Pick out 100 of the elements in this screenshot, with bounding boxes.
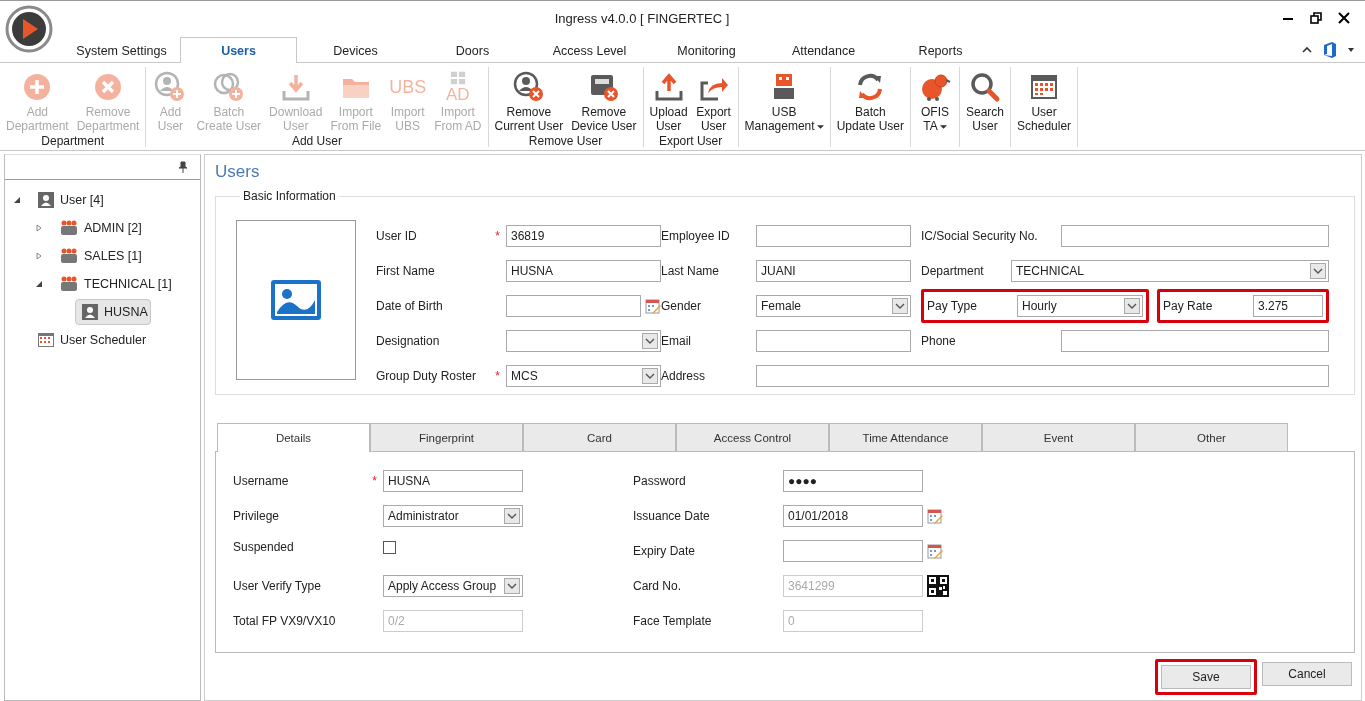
field-label: User Verify Type [233, 579, 321, 593]
checkbox[interactable] [383, 540, 396, 554]
field-label: Department [921, 263, 984, 278]
tree-item[interactable]: SALES [1] [53, 243, 149, 269]
restore-icon[interactable] [1309, 11, 1323, 25]
menu-tab[interactable]: Access Level [531, 38, 648, 63]
text-field[interactable]: JUANI [756, 259, 911, 282]
menu-tab[interactable]: Doors [414, 38, 531, 63]
dropdown-field[interactable] [506, 329, 661, 352]
users-add-icon [212, 71, 245, 103]
menu-tab[interactable]: Users [180, 37, 297, 63]
group-legend: Basic Information [240, 189, 339, 203]
dropdown-field[interactable]: Apply Access Group [383, 575, 523, 597]
page-title: Users [215, 161, 261, 183]
dropdown-field[interactable]: Hourly [1017, 294, 1143, 317]
group-icon [60, 248, 78, 264]
menu-tab[interactable]: Reports [882, 38, 999, 63]
ribbon-button[interactable]: User Scheduler [1013, 67, 1076, 133]
group-label: Add User [290, 133, 343, 149]
group-label: Remove User [527, 133, 604, 149]
menu-tab[interactable]: System Settings [63, 38, 180, 63]
window-title: Ingress v4.0.0 [ FINGERTEC ] [553, 10, 731, 26]
ribbon-button[interactable]: Batch Update User [832, 67, 908, 133]
text-field[interactable] [506, 294, 641, 317]
group-icon [60, 220, 78, 236]
text-field[interactable] [1061, 224, 1329, 247]
field-label: Employee ID [661, 228, 730, 243]
field-label: Total FP VX9/VX10 [233, 614, 336, 628]
dropdown-field[interactable]: Female [756, 294, 911, 317]
text-field[interactable]: 36819 [506, 224, 661, 247]
expand-arrow-icon[interactable] [35, 252, 43, 260]
close-icon[interactable] [1337, 11, 1351, 25]
field-label: Card No. [633, 579, 682, 593]
group-icon [60, 276, 78, 292]
expand-arrow-icon[interactable] [35, 224, 43, 232]
text-field[interactable]: HUSNA [506, 259, 661, 282]
ribbon-button[interactable]: USB Management [740, 67, 828, 133]
tab[interactable]: Fingerprint [370, 423, 523, 451]
text-field[interactable] [756, 224, 911, 247]
required-mark: * [495, 228, 500, 243]
field-label: IC/Social Security No. [921, 228, 1038, 243]
text-field[interactable] [756, 329, 911, 352]
dropdown-field[interactable]: Administrator [383, 505, 523, 527]
logo-text: UBS [389, 77, 427, 97]
field-label: Suspended [233, 540, 294, 554]
field-label: Username [233, 474, 289, 488]
app-logo-icon [5, 5, 53, 53]
logo-text: AD [446, 86, 470, 104]
password-field[interactable]: ●●●● [783, 470, 923, 492]
field-label: Date of Birth [376, 298, 443, 313]
collapse-arrow-icon[interactable] [13, 196, 21, 204]
menu-tab[interactable]: Attendance [765, 38, 882, 63]
text-field[interactable] [783, 540, 923, 562]
collapse-arrow-icon[interactable] [35, 280, 43, 288]
required-mark: * [372, 474, 377, 488]
dropdown-field[interactable]: MCS [506, 364, 661, 387]
group-label: Export User [657, 133, 724, 149]
tab[interactable]: Event [982, 423, 1135, 451]
tab[interactable]: Other [1135, 423, 1288, 451]
tab[interactable]: Details [217, 423, 370, 452]
text-field[interactable] [756, 364, 1329, 387]
field-label: Address [661, 368, 706, 383]
ribbon-button[interactable]: Upload User [645, 67, 692, 133]
office-icon[interactable] [1323, 42, 1337, 58]
field-label: Expiry Date [633, 544, 696, 558]
image-icon [270, 279, 322, 321]
tree-item[interactable]: HUSNA [75, 299, 151, 325]
field-label: Password [633, 474, 686, 488]
text-field[interactable]: 01/01/2018 [783, 505, 923, 527]
tree-item[interactable]: User Scheduler [31, 328, 154, 352]
calendar-edit-icon[interactable] [927, 508, 943, 524]
ribbon-button[interactable]: Remove Current User [490, 67, 568, 133]
ribbon-button[interactable]: Export User [691, 67, 736, 133]
ribbon-button[interactable]: Remove Device User [567, 67, 641, 133]
calendar-edit-icon[interactable] [927, 543, 943, 559]
dropdown-field[interactable]: TECHNICAL [1011, 259, 1329, 282]
text-field[interactable]: HUSNA [383, 470, 523, 492]
ribbon-button[interactable]: OFIS TA [913, 67, 957, 133]
tree-item[interactable]: ADMIN [2] [53, 215, 149, 241]
tab[interactable]: Access Control [676, 423, 829, 451]
required-mark: * [495, 368, 500, 383]
action-button[interactable]: Save [1161, 665, 1251, 689]
action-button[interactable]: Cancel [1262, 662, 1352, 686]
tab[interactable]: Time Attendance [829, 423, 982, 451]
calendar-icon [38, 333, 54, 347]
calendar-edit-icon[interactable] [645, 297, 661, 314]
tree-item[interactable]: TECHNICAL [1] [53, 271, 179, 297]
tab[interactable]: Card [523, 423, 676, 451]
tree-item[interactable]: User [4] [31, 187, 111, 213]
text-field[interactable] [1061, 329, 1329, 352]
qr-code-icon[interactable] [927, 575, 949, 597]
menu-tab[interactable]: Monitoring [648, 38, 765, 63]
field-label: Last Name [661, 263, 720, 278]
pin-icon[interactable] [178, 161, 188, 173]
menu-tab[interactable]: Devices [297, 38, 414, 63]
text-field[interactable]: 3.275 [1253, 294, 1323, 317]
caret-down-icon[interactable] [1347, 46, 1355, 54]
field-label: User ID [376, 228, 417, 243]
field-label: Gender [661, 298, 702, 313]
ribbon-button[interactable]: Search User [962, 67, 1009, 133]
